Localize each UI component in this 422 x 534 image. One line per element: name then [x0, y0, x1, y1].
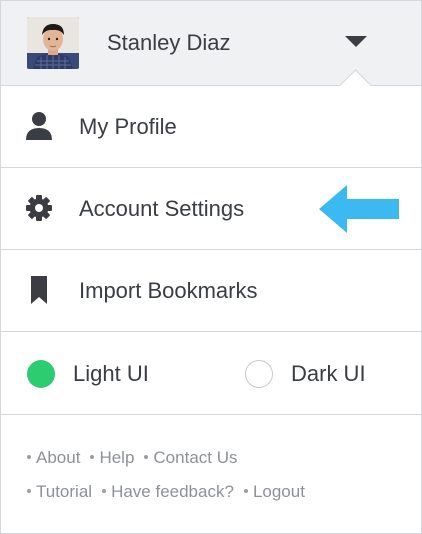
- bullet-icon: [102, 488, 107, 493]
- menu-item-my-profile[interactable]: My Profile: [1, 86, 421, 168]
- footer-link-label: Help: [99, 448, 135, 467]
- gear-icon: [26, 195, 52, 221]
- menu-item-label: Account Settings: [79, 196, 245, 221]
- footer-link-label: Contact Us: [153, 448, 238, 467]
- footer-links-row: Tutorial Have feedback? Logout: [27, 480, 315, 504]
- footer-link-contact-us[interactable]: Contact Us: [144, 448, 238, 467]
- bullet-icon: [27, 454, 31, 459]
- footer-link-label: Tutorial: [36, 482, 93, 501]
- theme-option-label: Dark UI: [291, 361, 366, 386]
- footer-link-have-feedback[interactable]: Have feedback?: [102, 482, 234, 501]
- bullet-icon: [144, 454, 149, 459]
- menu-item-import-bookmarks[interactable]: Import Bookmarks: [1, 250, 421, 332]
- light-ui-radio[interactable]: [27, 360, 55, 388]
- theme-option-label: Light UI: [73, 361, 149, 386]
- bullet-icon: [243, 488, 248, 493]
- menu-item-label: Import Bookmarks: [79, 278, 258, 303]
- footer-link-label: About: [36, 448, 81, 467]
- bullet-icon: [90, 454, 95, 459]
- dark-ui-radio[interactable]: [245, 360, 273, 388]
- footer-links-row: About Help Contact Us: [27, 446, 248, 470]
- dark-ui-option[interactable]: Dark UI: [245, 357, 395, 391]
- avatar[interactable]: [27, 17, 79, 69]
- footer-link-tutorial[interactable]: Tutorial: [27, 482, 92, 501]
- footer-link-label: Have feedback?: [111, 482, 234, 501]
- footer-link-help[interactable]: Help: [90, 448, 134, 467]
- footer-link-logout[interactable]: Logout: [243, 482, 305, 501]
- bookmark-icon: [31, 276, 47, 304]
- footer-link-label: Logout: [252, 482, 305, 501]
- light-ui-option[interactable]: Light UI: [27, 357, 187, 391]
- bullet-icon: [27, 488, 31, 493]
- account-dropdown-panel: Stanley Diaz My Profile Account Settings…: [0, 0, 422, 534]
- dropdown-toggle-button[interactable]: [339, 29, 373, 55]
- user-name: Stanley Diaz: [107, 30, 231, 55]
- caret-down-icon: [345, 36, 367, 47]
- footer-link-about[interactable]: About: [27, 448, 80, 467]
- theme-selector: Light UI Dark UI: [1, 332, 421, 415]
- person-icon: [26, 112, 52, 140]
- menu-item-label: My Profile: [79, 114, 177, 139]
- left-arrow-icon: [319, 185, 399, 233]
